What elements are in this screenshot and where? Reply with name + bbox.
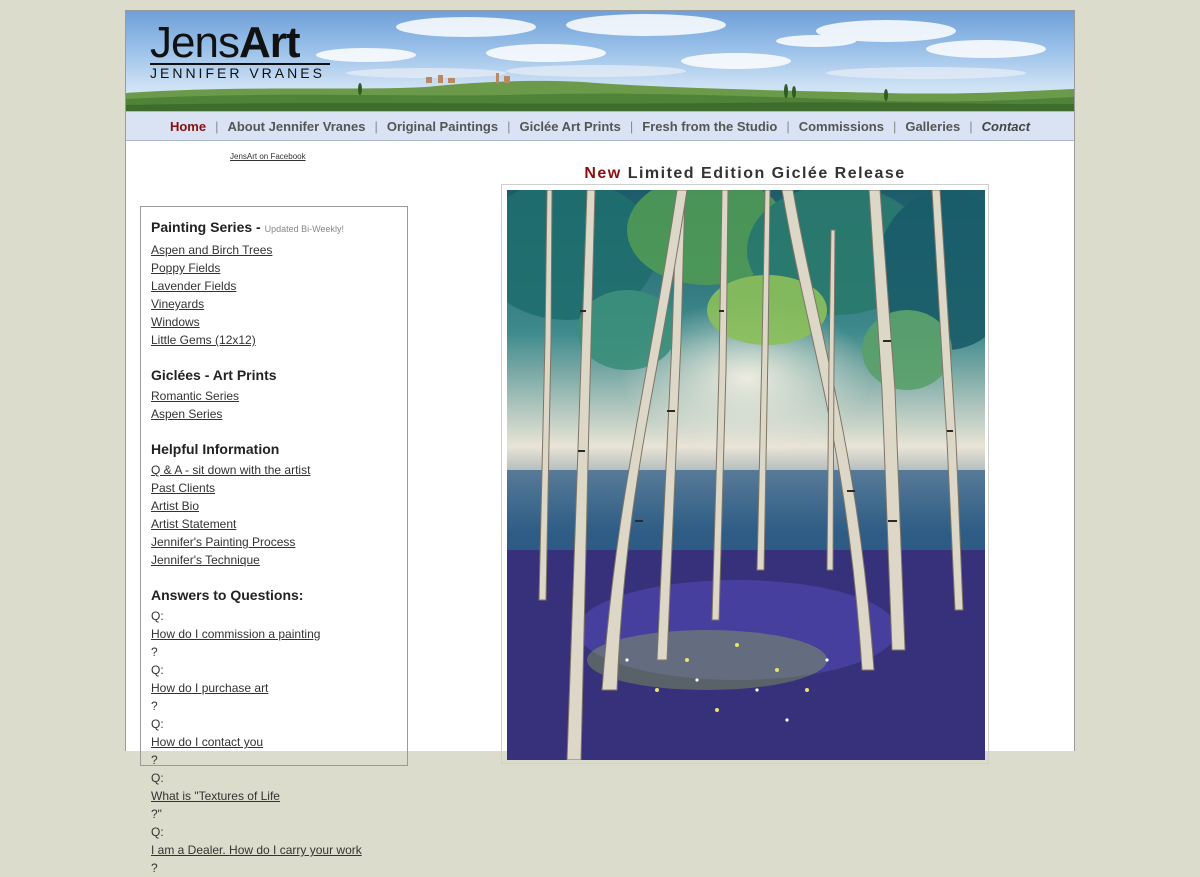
qa-prefix: Q: [151, 717, 164, 731]
qa-item: Q: How do I purchase art? [151, 661, 397, 715]
qa-item: Q: How do I commission a painting? [151, 607, 397, 661]
link-lavender-fields[interactable]: Lavender Fields [151, 277, 397, 295]
qa-suffix: ? [151, 645, 158, 659]
link-dealer[interactable]: I am a Dealer. How do I carry your work [151, 841, 397, 859]
qa-prefix: Q: [151, 663, 164, 677]
nav-about[interactable]: About Jennifer Vranes [218, 119, 374, 134]
featured-painting-frame[interactable] [501, 184, 989, 764]
answers-title: Answers to Questions: [151, 587, 304, 603]
feature-title-new: New [584, 165, 622, 182]
site-logo[interactable]: JensArt JENNIFER VRANES [150, 21, 330, 80]
sidebar: Painting Series - Updated Bi-Weekly! Asp… [140, 206, 408, 875]
qa-prefix: Q: [151, 825, 164, 839]
link-aspen-birch[interactable]: Aspen and Birch Trees [151, 241, 397, 259]
link-purchase[interactable]: How do I purchase art [151, 679, 397, 697]
link-painting-process[interactable]: Jennifer's Painting Process [151, 533, 397, 551]
link-textures-of-life[interactable]: What is "Textures of Life [151, 787, 397, 805]
qa-item: Q: How do I contact you? [151, 715, 397, 769]
giclees-section: Giclées - Art Prints Romantic Series Asp… [151, 365, 397, 423]
link-romantic-series[interactable]: Romantic Series [151, 387, 397, 405]
logo-word-light: Jens [150, 18, 240, 67]
logo-wordmark: JensArt [150, 21, 330, 65]
section-title: Painting Series - Updated Bi-Weekly! [151, 219, 344, 235]
main-navigation: Home | About Jennifer Vranes | Original … [126, 111, 1074, 141]
nav-contact[interactable]: Contact [973, 119, 1039, 134]
link-aspen-series[interactable]: Aspen Series [151, 405, 397, 423]
painting-series-title: Painting Series [151, 219, 253, 235]
header-banner: JensArt JENNIFER VRANES [126, 11, 1074, 111]
aspen-forest-painting [507, 190, 985, 760]
link-artist-statement[interactable]: Artist Statement [151, 515, 397, 533]
qa-prefix: Q: [151, 771, 164, 785]
link-artist-bio[interactable]: Artist Bio [151, 497, 397, 515]
answers-section: Answers to Questions: Q: How do I commis… [151, 585, 397, 877]
helpful-info-title: Helpful Information [151, 441, 280, 457]
logo-word-bold: Art [238, 18, 301, 67]
link-vineyards[interactable]: Vineyards [151, 295, 397, 313]
qa-item: Q: I am a Dealer. How do I carry your wo… [151, 823, 397, 877]
page-container: JensArt JENNIFER VRANES Home | About Jen… [125, 10, 1075, 875]
qa-suffix: ? [151, 861, 158, 875]
feature-title-text: Limited Edition Giclée Release [627, 165, 906, 182]
qa-prefix: Q: [151, 609, 164, 623]
link-qa[interactable]: Q & A - sit down with the artist [151, 461, 397, 479]
qa-suffix: ? [151, 753, 158, 767]
feature-title: New Limited Edition Giclée Release [500, 165, 990, 183]
updated-note: Updated Bi-Weekly! [264, 224, 344, 234]
link-contact[interactable]: How do I contact you [151, 733, 397, 751]
helpful-info-section: Helpful Information Q & A - sit down wit… [151, 439, 397, 569]
nav-giclee-prints[interactable]: Giclée Art Prints [510, 119, 629, 134]
nav-galleries[interactable]: Galleries [896, 119, 969, 134]
nav-commissions[interactable]: Commissions [790, 119, 893, 134]
painting-series-section: Painting Series - Updated Bi-Weekly! Asp… [151, 217, 397, 349]
link-poppy-fields[interactable]: Poppy Fields [151, 259, 397, 277]
link-windows[interactable]: Windows [151, 313, 397, 331]
logo-subtitle: JENNIFER VRANES [150, 63, 330, 80]
link-little-gems[interactable]: Little Gems (12x12) [151, 331, 397, 349]
nav-fresh-from-studio[interactable]: Fresh from the Studio [633, 119, 786, 134]
qa-suffix: ?" [151, 807, 162, 821]
link-past-clients[interactable]: Past Clients [151, 479, 397, 497]
qa-item: Q: What is "Textures of Life ?" [151, 769, 397, 823]
link-technique[interactable]: Jennifer's Technique [151, 551, 397, 569]
giclees-title: Giclées - Art Prints [151, 367, 277, 383]
qa-suffix: ? [151, 699, 158, 713]
nav-original-paintings[interactable]: Original Paintings [378, 119, 507, 134]
link-commission[interactable]: How do I commission a painting [151, 625, 397, 643]
facebook-link[interactable]: JensArt on Facebook [230, 152, 306, 161]
nav-home[interactable]: Home [161, 119, 215, 134]
